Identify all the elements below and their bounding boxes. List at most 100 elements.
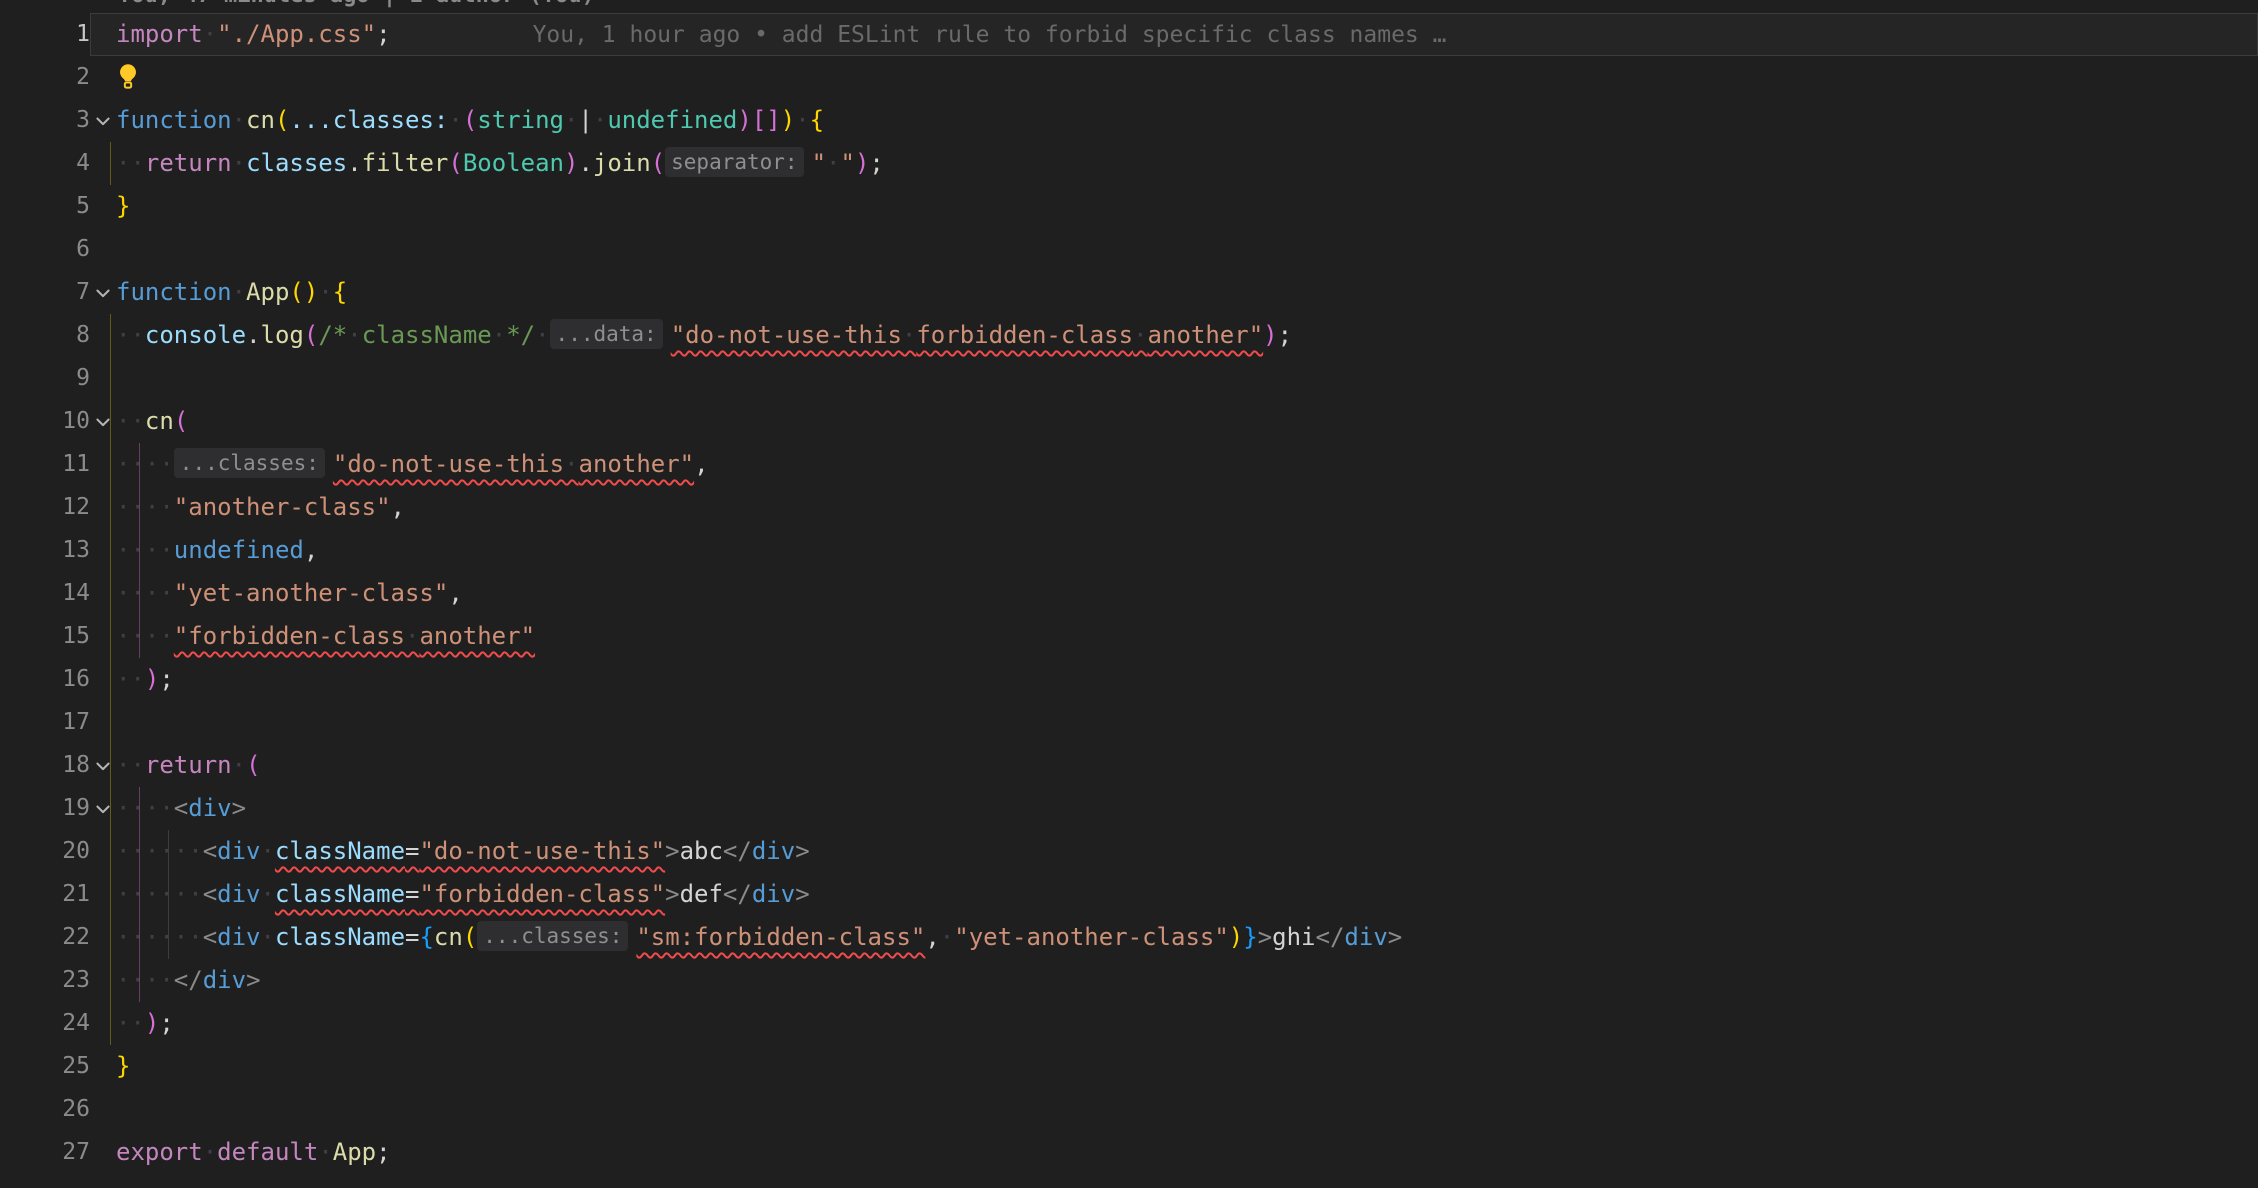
code-line[interactable]: 13····undefined, [0, 529, 2258, 572]
line-number[interactable]: 4 [0, 142, 90, 185]
line-content[interactable]: export·default·App; [90, 1131, 2258, 1174]
line-content[interactable]: ··console.log(/*·className·*/·...data:"d… [90, 314, 2258, 357]
line-number[interactable]: 7 [0, 271, 90, 314]
code-token: another" [419, 622, 535, 650]
code-line[interactable]: 3 function·cn(...classes:·(string·|·undef… [0, 99, 2258, 142]
lightbulb-icon[interactable] [116, 63, 140, 90]
line-content[interactable]: ··return·( [90, 744, 2258, 787]
fold-chevron-icon[interactable] [90, 744, 116, 787]
code-line[interactable]: 12····"another-class", [0, 486, 2258, 529]
line-content[interactable]: function·cn(...classes:·(string·|·undefi… [90, 99, 2258, 142]
line-number[interactable]: 24 [0, 1002, 90, 1045]
line-number[interactable]: 19 [0, 787, 90, 830]
code-line[interactable]: 24··); [0, 1002, 2258, 1045]
line-content[interactable]: ··return·classes.filter(Boolean).join(se… [90, 142, 2258, 185]
fold-spacer [90, 658, 116, 701]
code-line[interactable]: 16··); [0, 658, 2258, 701]
code-line[interactable]: 20······<div·className="do-not-use-this"… [0, 830, 2258, 873]
code-text: ······<div·className="forbidden-class">d… [116, 873, 2258, 916]
code-text: function·cn(...classes:·(string·|·undefi… [116, 99, 2258, 142]
line-content[interactable]: ····</div> [90, 959, 2258, 1002]
fold-spacer [90, 1131, 116, 1174]
line-content[interactable] [90, 701, 2258, 744]
line-number[interactable]: 6 [0, 228, 90, 271]
line-number[interactable]: 15 [0, 615, 90, 658]
code-line[interactable]: 19····<div> [0, 787, 2258, 830]
code-line[interactable]: 26 [0, 1088, 2258, 1131]
code-line[interactable]: 2 [0, 56, 2258, 99]
code-line[interactable]: 27export·default·App; [0, 1131, 2258, 1174]
line-content[interactable] [90, 1088, 2258, 1131]
line-number[interactable]: 16 [0, 658, 90, 701]
code-line[interactable]: 7function·App()·{ [0, 271, 2258, 314]
line-number[interactable]: 3 [0, 99, 90, 142]
code-line[interactable]: 5} [0, 185, 2258, 228]
code-line[interactable]: 23····</div> [0, 959, 2258, 1002]
fold-chevron-icon[interactable] [90, 400, 116, 443]
line-content[interactable]: ··); [90, 658, 2258, 701]
code-line[interactable]: 6 [0, 228, 2258, 271]
line-content[interactable]: ······<div·className="forbidden-class">d… [90, 873, 2258, 916]
fold-chevron-icon[interactable] [90, 787, 116, 830]
line-number[interactable]: 21 [0, 873, 90, 916]
line-content[interactable]: } [90, 185, 2258, 228]
line-number[interactable]: 27 [0, 1131, 90, 1174]
line-number[interactable]: 17 [0, 701, 90, 744]
line-number[interactable]: 5 [0, 185, 90, 228]
line-content[interactable]: function·App()·{ [90, 271, 2258, 314]
code-line[interactable]: 21 ······<div·className="forbidden-class"… [0, 873, 2258, 916]
line-number[interactable]: 14 [0, 572, 90, 615]
code-line[interactable]: 14····"yet-another-class", [0, 572, 2258, 615]
line-number[interactable]: 23 [0, 959, 90, 1002]
line-number[interactable]: 11 [0, 443, 90, 486]
line-number[interactable]: 9 [0, 357, 90, 400]
code-line[interactable]: 10··cn( [0, 400, 2258, 443]
line-number[interactable]: 13 [0, 529, 90, 572]
line-number[interactable]: 1 [0, 13, 90, 56]
line-content[interactable]: import·"./App.css";You, 1 hour ago • add… [90, 13, 2258, 56]
line-number[interactable]: 22 [0, 916, 90, 959]
code-line[interactable]: 25} [0, 1045, 2258, 1088]
line-content[interactable]: ····"another-class", [90, 486, 2258, 529]
code-line[interactable]: 9 [0, 357, 2258, 400]
code-editor[interactable]: You, 47 minutes ago | 1 author (You) 1im… [0, 0, 2258, 1188]
indent-guide [110, 787, 111, 830]
code-line[interactable]: 15····"forbidden-class·another" [0, 615, 2258, 658]
line-content[interactable] [90, 357, 2258, 400]
code-line[interactable]: 8··console.log(/*·className·*/·...data:"… [0, 314, 2258, 357]
fold-chevron-icon[interactable] [90, 271, 116, 314]
line-content[interactable]: ····"yet-another-class", [90, 572, 2258, 615]
code-line[interactable]: 1import·"./App.css";You, 1 hour ago • ad… [0, 13, 2258, 56]
line-content[interactable]: ······<div·className={cn(...classes:"sm:… [90, 916, 2258, 959]
code-line[interactable]: 18··return·( [0, 744, 2258, 787]
line-content[interactable]: ··); [90, 1002, 2258, 1045]
line-number[interactable]: 12 [0, 486, 90, 529]
code-token: className [362, 321, 492, 349]
code-token: App [333, 1138, 376, 1166]
line-number[interactable]: 10 [0, 400, 90, 443]
fold-chevron-icon[interactable] [90, 99, 116, 142]
line-content[interactable] [90, 56, 2258, 99]
line-content[interactable] [90, 228, 2258, 271]
indent-guide [110, 916, 111, 959]
line-content[interactable]: ····"forbidden-class·another" [90, 615, 2258, 658]
code-line[interactable]: 22······<div·className={cn(...classes:"s… [0, 916, 2258, 959]
line-number[interactable]: 26 [0, 1088, 90, 1131]
line-number[interactable]: 20 [0, 830, 90, 873]
code-line[interactable]: 4··return·classes.filter(Boolean).join(s… [0, 142, 2258, 185]
line-number[interactable]: 8 [0, 314, 90, 357]
line-content[interactable]: ··cn( [90, 400, 2258, 443]
line-number[interactable]: 2 [0, 56, 90, 99]
line-number[interactable]: 25 [0, 1045, 90, 1088]
indent-guide [168, 873, 169, 916]
line-content[interactable]: ····...classes:"do-not-use-this·another"… [90, 443, 2258, 486]
code-line[interactable]: 11····...classes:"do-not-use-this·anothe… [0, 443, 2258, 486]
code-token: , [391, 493, 405, 521]
line-number[interactable]: 18 [0, 744, 90, 787]
line-content[interactable]: ····undefined, [90, 529, 2258, 572]
code-line[interactable]: 17 [0, 701, 2258, 744]
line-content[interactable]: } [90, 1045, 2258, 1088]
code-token: · [347, 321, 361, 349]
line-content[interactable]: ····<div> [90, 787, 2258, 830]
line-content[interactable]: ······<div·className="do-not-use-this">a… [90, 830, 2258, 873]
